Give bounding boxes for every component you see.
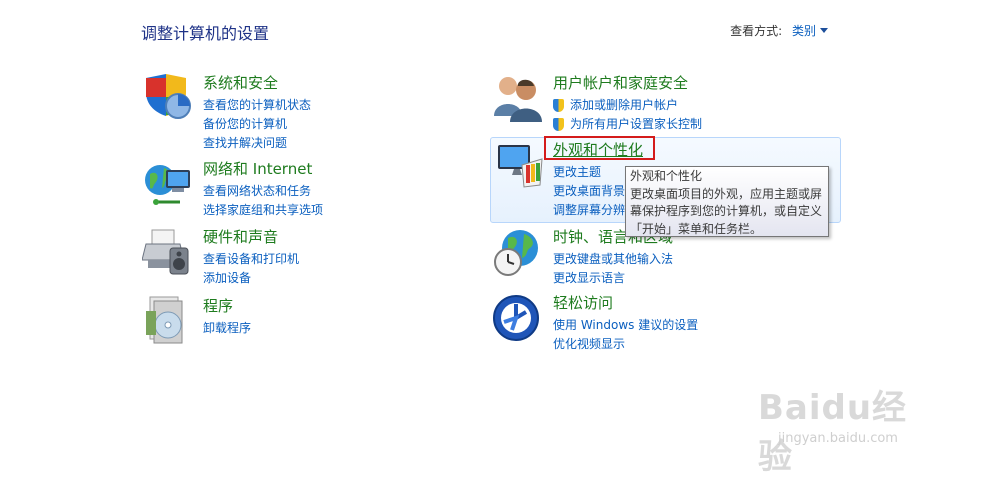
link-add-remove-accounts[interactable]: 添加或删除用户帐户: [553, 96, 702, 115]
link-optimize-display[interactable]: 优化视频显示: [553, 335, 698, 354]
tooltip-line-2: 幕保护程序到您的计算机，或自定义: [630, 204, 823, 218]
tooltip-line-3: 「开始」菜单和任务栏。: [630, 221, 763, 236]
link-uninstall-program[interactable]: 卸载程序: [203, 319, 251, 338]
link-change-display-language[interactable]: 更改显示语言: [553, 269, 673, 288]
watermark-brand: Baidu经验: [758, 388, 908, 477]
link-devices-printers[interactable]: 查看设备和打印机: [203, 250, 299, 269]
printer-speaker-icon[interactable]: [142, 226, 194, 278]
tooltip-title: 外观和个性化: [630, 169, 703, 183]
programs-title[interactable]: 程序: [203, 295, 233, 316]
watermark-url: jingyan.baidu.com: [778, 431, 898, 446]
link-add-device[interactable]: 添加设备: [203, 269, 299, 288]
users-icon[interactable]: [492, 72, 544, 124]
view-by: 查看方式: 类别: [730, 22, 828, 39]
link-parental-controls[interactable]: 为所有用户设置家长控制: [553, 115, 702, 134]
system-security-title[interactable]: 系统和安全: [203, 72, 278, 93]
appearance-tooltip: 外观和个性化 更改桌面项目的外观，应用主题或屏 幕保护程序到您的计算机，或自定义…: [625, 166, 829, 237]
hardware-sound-title[interactable]: 硬件和声音: [203, 226, 278, 247]
network-globe-icon[interactable]: [142, 158, 194, 210]
baidu-watermark: Baidu经验 jingyan.baidu.com: [758, 380, 938, 477]
link-view-computer-status[interactable]: 查看您的计算机状态: [203, 96, 311, 115]
page-title: 调整计算机的设置: [141, 24, 270, 43]
view-by-dropdown[interactable]: 类别: [792, 24, 828, 38]
globe-clock-icon[interactable]: [492, 226, 544, 278]
shield-pie-icon[interactable]: [142, 72, 194, 124]
user-accounts-title[interactable]: 用户帐户和家庭安全: [553, 72, 688, 93]
monitor-palette-icon[interactable]: [492, 139, 544, 191]
programs-disc-icon[interactable]: [142, 295, 194, 347]
tooltip-line-1: 更改桌面项目的外观，应用主题或屏: [630, 186, 823, 201]
ease-of-access-icon[interactable]: [492, 292, 544, 344]
chevron-down-icon[interactable]: [820, 28, 828, 33]
link-backup-computer[interactable]: 备份您的计算机: [203, 115, 311, 134]
view-by-value[interactable]: 类别: [792, 24, 816, 38]
link-homegroup-sharing[interactable]: 选择家庭组和共享选项: [203, 201, 323, 220]
link-network-status[interactable]: 查看网络状态和任务: [203, 182, 323, 201]
link-troubleshoot[interactable]: 查找并解决问题: [203, 134, 311, 153]
view-by-label: 查看方式:: [730, 24, 783, 38]
network-internet-title[interactable]: 网络和 Internet: [203, 158, 312, 179]
link-windows-recommended[interactable]: 使用 Windows 建议的设置: [553, 316, 698, 335]
link-change-input-methods[interactable]: 更改键盘或其他输入法: [553, 250, 673, 269]
annotation-red-box: [544, 136, 655, 160]
ease-of-access-title[interactable]: 轻松访问: [553, 292, 613, 313]
